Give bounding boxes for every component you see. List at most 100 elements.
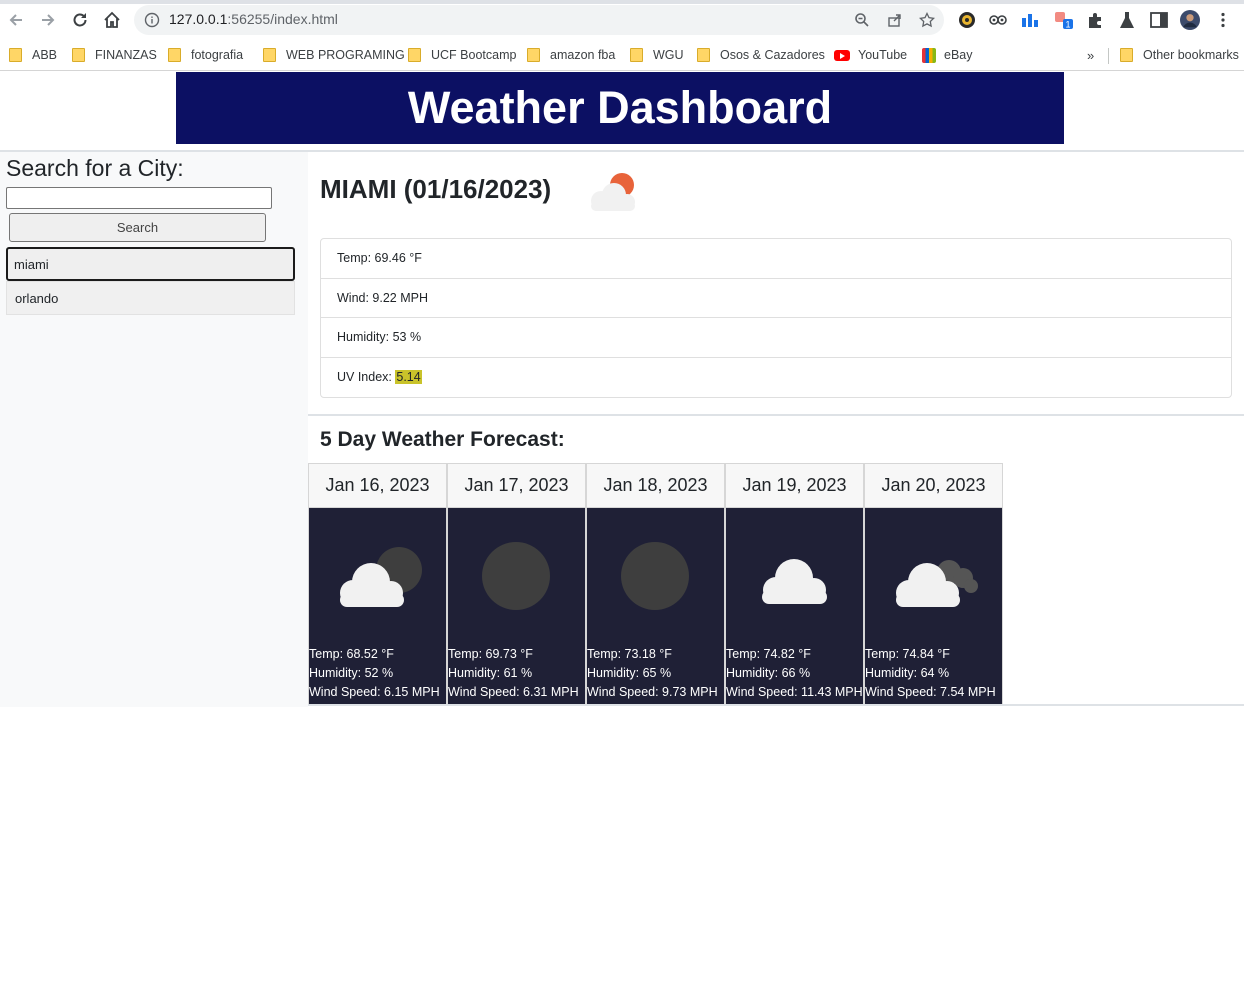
- bookmark-folder[interactable]: ABB: [9, 45, 57, 65]
- broken-clouds-icon: [896, 560, 978, 607]
- forecast-humidity: Humidity: 64 %: [865, 666, 950, 680]
- bookmark-folder[interactable]: amazon fba: [527, 45, 615, 65]
- forecast-stats: Temp: 74.82 °F Humidity: 66 % Wind Speed…: [726, 645, 863, 702]
- url-host: 127.0.0.1: [169, 11, 228, 27]
- forecast-date: Jan 18, 2023: [587, 464, 724, 508]
- forecast-body: Temp: 74.84 °F Humidity: 64 % Wind Speed…: [865, 508, 1002, 704]
- forecast-stats: Temp: 73.18 °F Humidity: 65 % Wind Speed…: [587, 645, 718, 702]
- forecast-body: Temp: 74.82 °F Humidity: 66 % Wind Speed…: [726, 508, 863, 704]
- bookmark-folder[interactable]: Osos & Cazadores: [697, 45, 825, 65]
- extension-owl-icon[interactable]: [988, 10, 1008, 30]
- clear-night-icon: [621, 542, 689, 610]
- forecast-humidity: Humidity: 65 %: [587, 666, 672, 680]
- page-viewport: Weather Dashboard Search for a City: Sea…: [0, 72, 1244, 985]
- forward-arrow-icon: [42, 14, 55, 26]
- site-info-icon[interactable]: [144, 12, 160, 28]
- more-bookmarks-chevron-icon[interactable]: »: [1087, 48, 1094, 63]
- forecast-temp: Temp: 74.84 °F: [865, 647, 950, 661]
- bookmark-label: fotografia: [191, 48, 244, 62]
- forecast-date: Jan 20, 2023: [865, 464, 1002, 508]
- home-button[interactable]: [99, 7, 125, 33]
- extension-flask-icon[interactable]: [1117, 10, 1137, 30]
- bookmark-label: Osos & Cazadores: [720, 48, 825, 62]
- home-icon: [104, 11, 120, 28]
- page-header: Weather Dashboard: [176, 72, 1064, 144]
- history-item[interactable]: miami: [6, 247, 295, 281]
- bookmark-folder[interactable]: WEB PROGRAMING: [263, 45, 405, 65]
- forward-button[interactable]: [35, 7, 61, 33]
- forecast-card: Jan 18, 2023 Temp: 73.18 °F Humidity: 65…: [586, 463, 725, 705]
- current-temp: Temp: 69.46 °F: [321, 239, 1231, 279]
- bookmark-ebay[interactable]: eBay: [922, 45, 973, 65]
- forecast-body: Temp: 73.18 °F Humidity: 65 % Wind Speed…: [587, 508, 724, 704]
- back-arrow-icon: [9, 14, 22, 26]
- current-humidity: Humidity: 53 %: [321, 318, 1231, 358]
- bookmark-folder[interactable]: FINANZAS: [72, 45, 157, 65]
- bookmark-folder[interactable]: WGU: [630, 45, 684, 65]
- zoom-icon[interactable]: [854, 12, 870, 28]
- forecast-card: Jan 20, 2023 Temp: 74.84 °F Humidity: 64…: [864, 463, 1003, 705]
- few-clouds-icon: [591, 173, 635, 211]
- bookmark-other[interactable]: Other bookmarks: [1120, 45, 1239, 65]
- bookmarks-separator: [1108, 48, 1109, 64]
- url-path: :56255/index.html: [227, 11, 338, 27]
- forecast-date: Jan 16, 2023: [309, 464, 446, 508]
- forecast-temp: Temp: 69.73 °F: [448, 647, 533, 661]
- bookmarks-bar: ABB FINANZAS fotografia WEB PROGRAMING U…: [0, 40, 1244, 71]
- current-details-list: Temp: 69.46 °F Wind: 9.22 MPH Humidity: …: [320, 238, 1232, 398]
- extension-badge-count: 1: [1065, 20, 1070, 30]
- bookmark-star-icon[interactable]: [919, 12, 935, 28]
- extensions-puzzle-icon[interactable]: [1085, 10, 1105, 30]
- city-search-input[interactable]: [6, 187, 272, 209]
- back-button[interactable]: [3, 7, 29, 33]
- bookmark-youtube[interactable]: YouTube: [834, 45, 907, 65]
- extension-lastpass-icon[interactable]: [957, 10, 977, 30]
- forecast-humidity: Humidity: 66 %: [726, 666, 811, 680]
- extension-badge-icon[interactable]: 1: [1054, 10, 1074, 30]
- search-history-list: miami orlando: [6, 247, 295, 315]
- forecast-temp: Temp: 68.52 °F: [309, 647, 394, 661]
- folder-icon: [263, 48, 276, 62]
- reload-icon: [73, 13, 87, 27]
- bookmark-label: UCF Bootcamp: [431, 48, 517, 62]
- forecast-stats: Temp: 68.52 °F Humidity: 52 % Wind Speed…: [309, 645, 440, 702]
- history-item[interactable]: orlando: [6, 281, 295, 315]
- bookmark-folder[interactable]: UCF Bootcamp: [408, 45, 516, 65]
- current-wind: Wind: 9.22 MPH: [321, 279, 1231, 318]
- extension-chart-icon[interactable]: [1020, 10, 1040, 30]
- clear-night-icon: [482, 542, 550, 610]
- forecast-title: 5 Day Weather Forecast:: [320, 428, 565, 451]
- forecast-date: Jan 17, 2023: [448, 464, 585, 508]
- tab-strip-edge: [0, 0, 1244, 4]
- forecast-cards: Jan 16, 2023 Temp: 68.52 °F Humidity: 52…: [308, 463, 1003, 705]
- ebay-icon: [922, 47, 936, 63]
- reload-button[interactable]: [67, 7, 93, 33]
- forecast-temp: Temp: 74.82 °F: [726, 647, 811, 661]
- bookmark-label: eBay: [944, 48, 973, 62]
- browser-menu-icon[interactable]: [1213, 10, 1233, 30]
- forecast-stats: Temp: 69.73 °F Humidity: 61 % Wind Speed…: [448, 645, 579, 702]
- uv-index-badge: 5.14: [395, 370, 422, 385]
- address-bar[interactable]: 127.0.0.1:56255/index.html: [134, 5, 944, 35]
- folder-icon: [1120, 48, 1133, 62]
- bookmark-label: FINANZAS: [95, 48, 157, 62]
- forecast-stats: Temp: 74.84 °F Humidity: 64 % Wind Speed…: [865, 645, 996, 702]
- share-icon[interactable]: [887, 12, 903, 28]
- forecast-body: Temp: 69.73 °F Humidity: 61 % Wind Speed…: [448, 508, 585, 704]
- side-panel-icon[interactable]: [1149, 10, 1169, 30]
- uv-label: UV Index:: [337, 370, 392, 385]
- bookmark-folder[interactable]: fotografia: [168, 45, 243, 65]
- forecast-humidity: Humidity: 61 %: [448, 666, 533, 680]
- folder-icon: [9, 48, 22, 62]
- youtube-icon: [834, 49, 850, 61]
- folder-icon: [697, 48, 710, 62]
- bookmark-label: Other bookmarks: [1143, 48, 1239, 62]
- forecast-body: Temp: 68.52 °F Humidity: 52 % Wind Speed…: [309, 508, 446, 704]
- folder-icon: [527, 48, 540, 62]
- search-sidebar: Search for a City: Search miami orlando: [0, 150, 308, 707]
- profile-avatar[interactable]: [1180, 10, 1200, 30]
- search-button[interactable]: Search: [9, 213, 266, 242]
- forecast-wind: Wind Speed: 6.31 MPH: [448, 685, 579, 699]
- folder-icon: [408, 48, 421, 62]
- bookmark-label: YouTube: [858, 48, 908, 62]
